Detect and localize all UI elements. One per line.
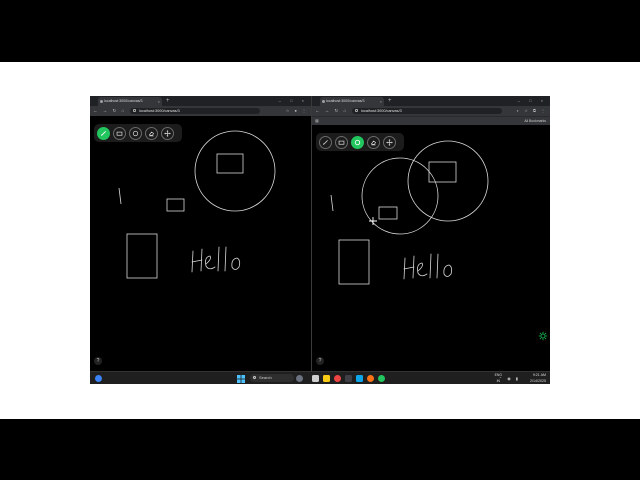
pencil-icon <box>100 130 106 136</box>
settings-gear-icon[interactable] <box>538 331 548 341</box>
pencil-tool-button[interactable] <box>97 126 110 140</box>
site-info-icon[interactable] <box>133 109 136 112</box>
browser-toolbar-icons[interactable]: ☆ ● ⋮ <box>286 106 308 116</box>
url-field[interactable]: localhost:3000/canvas/3 <box>130 108 260 114</box>
url-text: localhost:3000/canvas/3 <box>139 109 180 113</box>
extra-app-icon[interactable] <box>378 375 385 382</box>
favicon-icon <box>100 100 103 103</box>
drawn-rectangle <box>216 153 244 174</box>
chrome-icon[interactable] <box>334 375 341 382</box>
move-icon <box>164 129 171 137</box>
bookmarks-bar: ▦ All Bookmarks <box>312 116 550 125</box>
browser-tab[interactable]: localhost:3000/canvas/3 × <box>98 97 162 106</box>
move-icon <box>386 138 393 146</box>
taskbar-search-box[interactable]: Search <box>250 374 294 382</box>
new-tab-button[interactable]: + <box>166 96 170 106</box>
pencil-icon <box>323 139 328 145</box>
task-view-icon[interactable] <box>312 375 319 382</box>
desktop-screen: localhost:3000/canvas/3 × + – □ × ← → ↻ … <box>90 96 550 384</box>
site-info-icon[interactable] <box>355 109 358 112</box>
taskbar-widget-icon[interactable] <box>296 375 303 382</box>
clock[interactable]: 9:21 AM 2/14/2025 <box>530 372 546 384</box>
crosshair-cursor-icon <box>369 217 377 225</box>
browser-icon[interactable] <box>367 375 374 382</box>
tab-title: localhost:3000/canvas/3 <box>104 99 143 103</box>
circle-tool-button[interactable] <box>129 126 142 140</box>
drawn-rectangle <box>378 206 398 220</box>
vscode-icon[interactable] <box>356 375 363 382</box>
window-controls[interactable]: – □ × <box>279 96 308 106</box>
drawn-circle <box>407 140 489 222</box>
drawn-stroke <box>118 187 122 205</box>
eraser-tool-button[interactable] <box>367 135 380 149</box>
address-bar-row: ← → ↻ ⌂ localhost:3000/canvas/3 ☆ ● ⋮ <box>90 106 311 116</box>
browser-window-left: localhost:3000/canvas/3 × + – □ × ← → ↻ … <box>90 96 312 371</box>
file-explorer-icon[interactable] <box>323 375 330 382</box>
language-indicator[interactable]: ENG IN <box>495 372 502 384</box>
apps-icon[interactable]: ▦ <box>315 117 319 125</box>
search-placeholder: Search <box>259 375 272 380</box>
tab-title: localhost:3000/canvas/3 <box>326 99 365 103</box>
pan-tool-button[interactable] <box>161 126 174 140</box>
terminal-icon[interactable] <box>345 375 352 382</box>
window-controls[interactable]: – □ × <box>518 96 547 106</box>
eraser-icon <box>370 140 377 145</box>
pan-tool-button[interactable] <box>383 135 396 149</box>
browser-window-right: localhost:3000/canvas/3 × + – □ × ← → ↻ … <box>312 96 550 371</box>
drawn-circle <box>194 130 276 212</box>
all-bookmarks-link[interactable]: All Bookmarks <box>524 117 546 125</box>
rectangle-tool-button[interactable] <box>113 126 126 140</box>
browser-toolbar-icons[interactable]: ◐ ☆ ⧉ ⋮ <box>517 106 547 116</box>
drawing-toolbar <box>94 124 182 142</box>
favicon-icon <box>322 100 325 103</box>
drawing-canvas[interactable] <box>90 116 311 371</box>
rectangle-icon <box>116 131 123 136</box>
handwritten-hello <box>403 253 453 280</box>
nav-buttons[interactable]: ← → ↻ ⌂ <box>315 106 348 116</box>
circle-tool-button[interactable] <box>351 135 364 149</box>
circle-icon <box>132 130 139 136</box>
help-button[interactable]: ? <box>94 357 102 365</box>
drawn-rectangle <box>126 233 158 279</box>
drawing-canvas[interactable] <box>312 125 550 371</box>
eraser-icon <box>148 131 155 136</box>
windows-start-icon[interactable] <box>237 375 245 383</box>
tab-bar: localhost:3000/canvas/3 × + – □ × <box>312 96 550 106</box>
nav-buttons[interactable]: ← → ↻ ⌂ <box>93 106 126 116</box>
drawn-rectangle <box>338 239 370 285</box>
drawn-stroke <box>330 194 334 212</box>
search-icon <box>253 376 256 379</box>
drawing-toolbar <box>316 133 404 151</box>
browser-tab[interactable]: localhost:3000/canvas/3 × <box>320 97 384 106</box>
rectangle-tool-button[interactable] <box>335 135 348 149</box>
address-bar-row: ← → ↻ ⌂ localhost:3000/canvas/3 ◐ ☆ ⧉ ⋮ <box>312 106 550 116</box>
language-bottom: IN <box>496 379 501 383</box>
new-tab-button[interactable]: + <box>388 96 392 106</box>
weather-widget-icon[interactable] <box>95 375 102 382</box>
tab-close-icon[interactable]: × <box>158 97 160 106</box>
rectangle-icon <box>338 140 345 145</box>
drawn-rectangle <box>166 198 185 212</box>
help-button[interactable]: ? <box>316 357 324 365</box>
url-text: localhost:3000/canvas/3 <box>361 109 402 113</box>
pencil-tool-button[interactable] <box>319 135 332 149</box>
handwritten-hello <box>191 246 241 273</box>
eraser-tool-button[interactable] <box>145 126 158 140</box>
tab-bar: localhost:3000/canvas/3 × + – □ × <box>90 96 311 106</box>
circle-icon <box>354 139 361 145</box>
url-field[interactable]: localhost:3000/canvas/3 <box>352 108 502 114</box>
taskbar: Search ⌃ ◉ ▮ ENG IN 9:21 AM 2/14/2025 <box>90 371 550 384</box>
tab-close-icon[interactable]: × <box>380 97 382 106</box>
clock-date: 2/14/2025 <box>530 379 546 383</box>
drawn-rectangle <box>428 161 457 183</box>
